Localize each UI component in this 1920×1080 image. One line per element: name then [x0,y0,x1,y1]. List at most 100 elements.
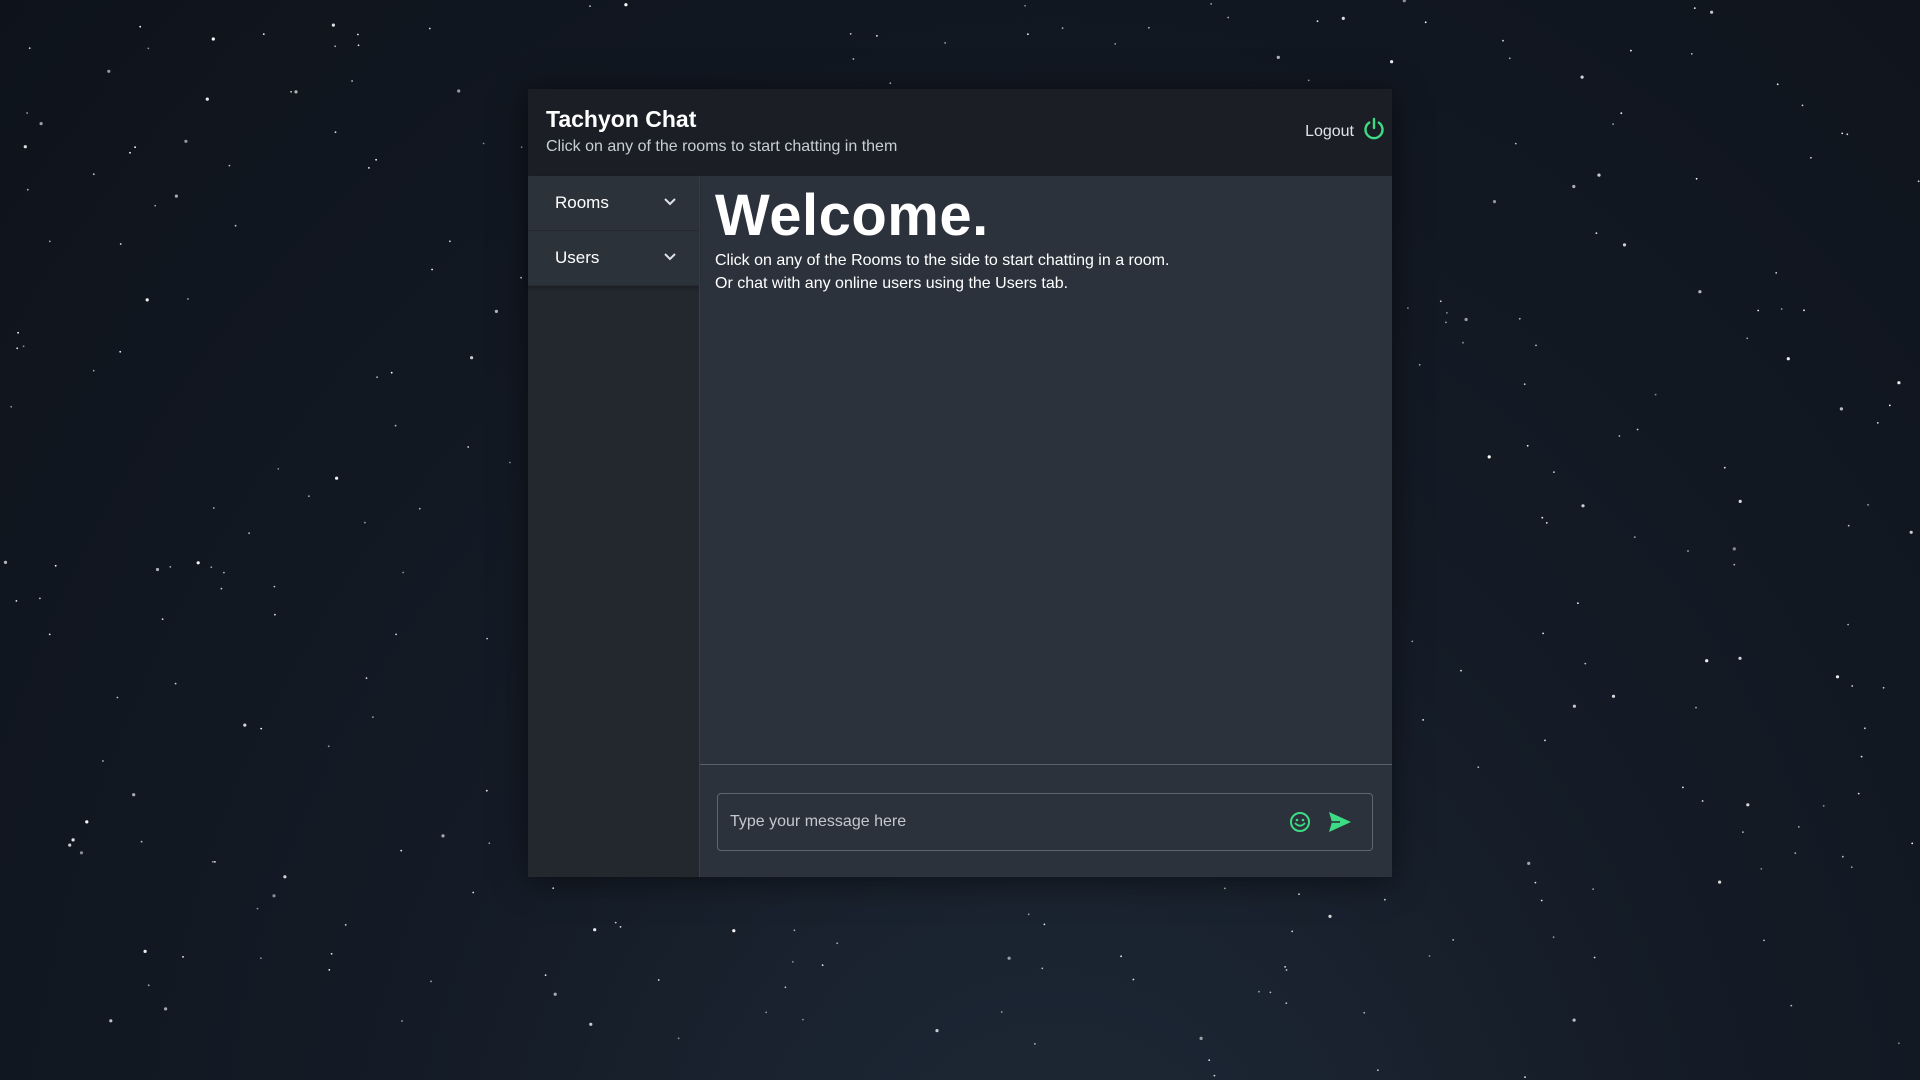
star [470,356,474,360]
star [457,89,461,93]
star [1738,656,1742,660]
star [482,142,485,145]
star [1541,516,1544,519]
star [1027,33,1029,36]
star [544,974,547,976]
star [334,45,337,48]
star [1508,57,1511,60]
star [1402,0,1406,3]
star [15,600,18,602]
star [147,47,150,50]
star [1710,10,1714,14]
star [1822,805,1825,807]
star [22,345,25,348]
star [784,986,787,989]
star [1595,232,1598,235]
logout-button[interactable]: Logout [1305,117,1386,146]
star [23,145,27,149]
star [1786,357,1790,361]
star [1208,1059,1211,1061]
star [1742,831,1744,833]
star [205,97,209,101]
star [1210,3,1212,5]
message-input[interactable] [718,793,1280,851]
star [182,956,184,958]
star [248,532,251,535]
star [876,35,878,37]
message-composer [717,793,1373,851]
star [431,268,433,271]
app-header: Tachyon Chat Click on any of the rooms t… [528,89,1392,176]
star [1618,435,1621,437]
star [256,907,259,910]
star [1636,428,1639,431]
star [1738,499,1742,503]
star [10,405,13,408]
star [210,566,213,569]
star [589,5,591,7]
star [1860,755,1863,758]
star [134,146,137,149]
star [187,298,189,300]
star [1577,602,1579,604]
star [1695,177,1698,180]
star [1682,786,1684,789]
star [1492,200,1497,204]
star [145,298,149,302]
star [1213,1074,1216,1077]
star [1841,132,1844,135]
star [375,158,377,161]
sidebar-item-label: Users [555,248,600,267]
sidebar-item-rooms[interactable]: Rooms [528,176,699,231]
star [889,82,892,85]
send-icon[interactable] [1320,802,1360,842]
star [765,1011,768,1014]
sidebar-item-users[interactable]: Users [528,231,699,286]
star [1592,888,1594,890]
star [1794,852,1797,854]
star [589,1022,593,1026]
star [1864,727,1866,730]
star [1540,899,1543,902]
star [1553,471,1555,473]
star [1723,466,1726,469]
star [1611,694,1616,698]
star [174,682,177,685]
sidebar-item-label: Rooms [555,193,609,212]
welcome-text-line-1: Click on any of the Rooms to the side to… [715,252,1170,269]
power-icon [1362,117,1386,146]
star [364,521,366,524]
star [1847,524,1850,527]
star [1377,1069,1379,1072]
star [1763,939,1765,942]
star [26,188,29,191]
star [68,843,72,847]
star [1572,184,1576,189]
star [54,564,57,567]
star [164,1007,168,1011]
smiley-icon[interactable] [1280,802,1320,842]
star [1857,792,1860,795]
star [1534,881,1537,884]
star [1428,955,1431,957]
star [155,567,160,572]
star [1526,444,1529,447]
star [1464,317,1468,322]
star [1776,83,1779,86]
star [220,587,223,590]
star [154,204,157,207]
welcome-heading: Welcome. [715,183,989,248]
star [402,571,404,574]
star [107,69,111,73]
star [418,507,421,510]
star [1544,739,1546,742]
star [1341,16,1345,20]
star [119,243,122,245]
star [1452,939,1455,941]
star [308,495,310,498]
star [368,167,370,169]
star [619,926,622,928]
star [1801,104,1804,107]
star [732,929,736,933]
star [1775,272,1778,274]
